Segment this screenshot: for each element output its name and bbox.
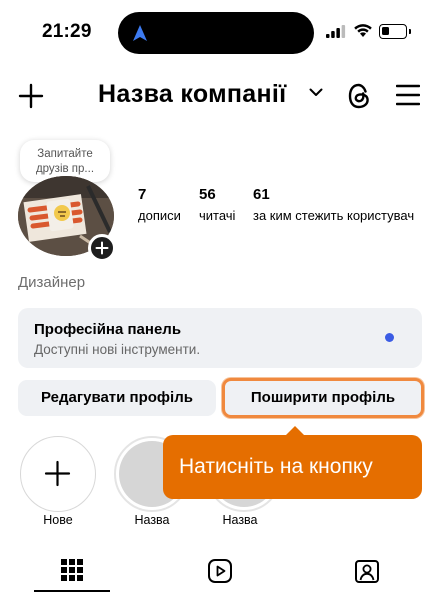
profile-tabs	[0, 548, 440, 596]
note-line-2: друзів пр...	[35, 163, 95, 175]
location-arrow-icon	[133, 25, 147, 41]
stat-following-label: за ким стежить користувач	[253, 208, 415, 223]
highlight-new[interactable]	[20, 436, 96, 512]
reels-icon	[208, 559, 232, 583]
stat-following-value: 61	[253, 186, 270, 203]
pro-panel-subtitle: Доступні нові інструменти.	[34, 342, 201, 357]
plus-icon	[95, 241, 109, 255]
stat-followers[interactable]: 56 читачі	[199, 186, 235, 223]
stat-posts[interactable]: 7 дописи	[138, 186, 181, 223]
battery-icon	[379, 24, 411, 39]
tooltip: Натисніть на кнопку	[163, 435, 422, 499]
tab-tagged[interactable]	[294, 548, 440, 592]
status-time: 21:29	[42, 21, 92, 42]
tagged-icon	[355, 560, 379, 583]
plus-icon	[44, 460, 71, 487]
dynamic-island	[118, 12, 314, 54]
grid-icon	[61, 559, 83, 581]
account-name[interactable]: Назва компанії	[98, 80, 286, 109]
profile-category: Дизайнер	[18, 274, 86, 291]
stat-followers-value: 56	[199, 186, 216, 203]
status-bar: 21:29	[0, 0, 440, 62]
stat-followers-label: читачі	[199, 208, 236, 223]
highlight-item-label: Назва	[222, 513, 258, 527]
stat-posts-value: 7	[138, 186, 147, 203]
pro-panel-title: Професійна панель	[34, 321, 182, 338]
share-profile-button[interactable]: Поширити профіль	[222, 378, 424, 418]
tab-posts-grid[interactable]	[0, 548, 146, 592]
profile-header: Назва компанії	[0, 70, 440, 120]
wifi-icon	[354, 24, 372, 37]
stat-posts-label: дописи	[138, 208, 181, 223]
tab-reels[interactable]	[147, 548, 293, 592]
highlight-item-label: Назва	[134, 513, 170, 527]
highlight-new-label: Нове	[43, 513, 73, 527]
notification-dot	[385, 333, 394, 342]
active-tab-indicator	[34, 590, 110, 592]
note-line-1: Запитайте	[37, 148, 93, 160]
chevron-down-icon[interactable]	[309, 88, 323, 97]
menu-icon[interactable]	[396, 84, 420, 106]
add-story-button[interactable]	[88, 234, 116, 262]
edit-profile-button[interactable]: Редагувати профіль	[18, 380, 216, 416]
create-plus-icon[interactable]	[18, 83, 44, 109]
signal-icon	[326, 25, 346, 38]
threads-icon[interactable]	[346, 82, 372, 110]
professional-dashboard[interactable]: Професійна панель Доступні нові інструме…	[18, 308, 422, 368]
stat-following[interactable]: 61 за ким стежить користувач	[253, 186, 414, 223]
